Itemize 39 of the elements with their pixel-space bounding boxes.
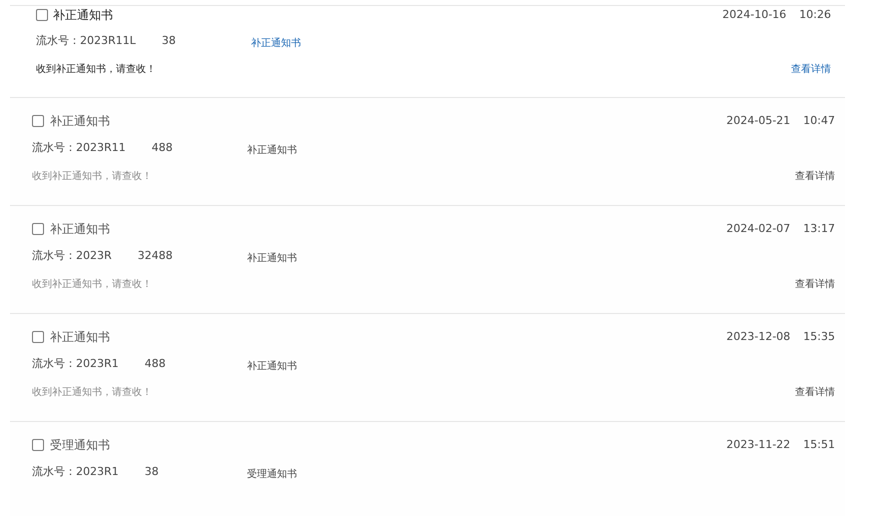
notice-time: 15:51	[803, 436, 835, 453]
checkbox[interactable]	[32, 223, 44, 235]
serial-number: 流水号：2023R 32488	[32, 248, 174, 264]
view-details-link[interactable]: 查看详情	[795, 168, 835, 184]
notice-type: 受理通知书	[247, 468, 297, 482]
notice-message: 收到补正通知书，请查收！	[32, 170, 152, 184]
checkbox[interactable]	[32, 331, 44, 343]
serial-number: 流水号：2023R11 488	[32, 140, 174, 156]
serial-number: 流水号：2023R11L 38	[36, 32, 177, 49]
notice-time: 15:35	[803, 328, 835, 345]
serial-number: 流水号：2023R1 488	[32, 356, 167, 372]
notice-type: 补正通知书	[251, 36, 301, 50]
notice-time: 10:26	[799, 6, 831, 23]
notice-type: 补正通知书	[247, 252, 297, 266]
checkbox[interactable]	[32, 115, 44, 127]
checkbox[interactable]	[36, 9, 48, 21]
notice-date: 2024-05-21	[726, 112, 790, 129]
notice-time: 13:17	[803, 220, 835, 237]
notice-title: 补正通知书	[50, 329, 110, 346]
notice-date: 2023-11-22	[726, 436, 790, 453]
notice-date: 2024-02-07	[726, 220, 790, 237]
view-details-link[interactable]: 查看详情	[795, 384, 835, 400]
notice-title: 补正通知书	[50, 113, 110, 130]
notice-date: 2023-12-08	[726, 328, 790, 345]
checkbox[interactable]	[32, 439, 44, 451]
notice-title: 补正通知书	[50, 221, 110, 238]
notice-message: 收到补正通知书，请查收！	[32, 278, 152, 292]
serial-number: 流水号：2023R1 38	[32, 464, 160, 480]
notice-date: 2024-10-16	[722, 6, 786, 23]
view-details-link[interactable]: 查看详情	[795, 276, 835, 292]
notice-message: 收到补正通知书，请查收！	[36, 62, 156, 76]
notice-time: 10:47	[803, 112, 835, 129]
view-details-link[interactable]: 查看详情	[791, 62, 831, 76]
notice-type: 补正通知书	[247, 144, 297, 158]
notice-row[interactable]: 补正通知书 2024-10-16 10:26 流水号：2023R11L 38 补正通知书 收到补正通知书，请查收！ 查看详情	[10, 6, 845, 98]
notice-message: 收到补正通知书，请查收！	[32, 386, 152, 400]
notice-title: 补正通知书	[53, 7, 113, 24]
notice-title: 受理通知书	[50, 437, 110, 454]
notice-type: 补正通知书	[247, 360, 297, 374]
